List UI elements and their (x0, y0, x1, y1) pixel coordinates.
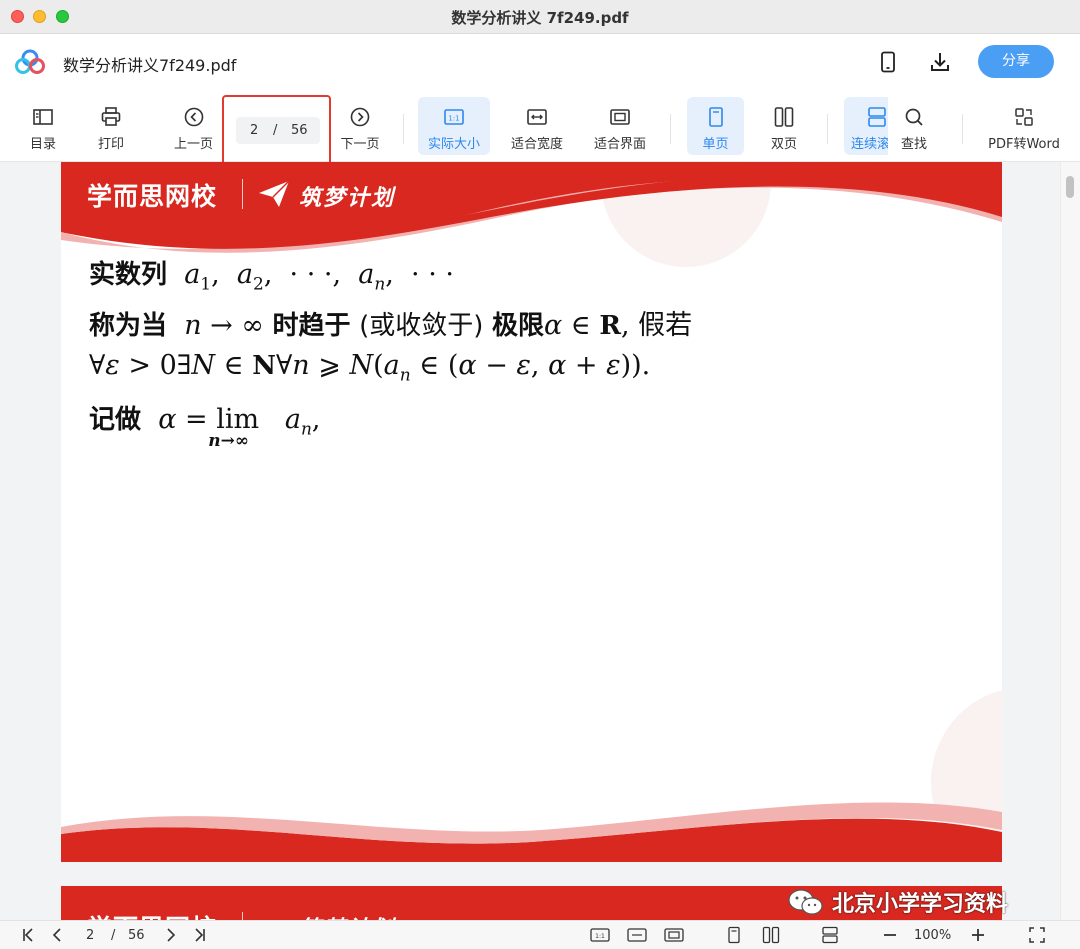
math-line-4: 记做 α = lim n→∞ an, (89, 404, 321, 451)
toolbar: 目录 打印 上一页 2 / 56 下一页 1:1 实际大小 适合宽度 适合界面 … (0, 92, 1080, 172)
line2-text-d: 极限 (491, 311, 544, 341)
line4-text: 记做 (89, 405, 142, 435)
math-line-1: 实数列 a1, a2, · · ·, an, · · · (89, 259, 454, 295)
scrollbar-track[interactable] (1060, 162, 1080, 920)
actual-size-button[interactable]: 1:1 实际大小 (418, 97, 490, 155)
actual-size-icon: 1:1 (444, 109, 464, 125)
continuous-scroll-label: 连续滚 (851, 137, 888, 152)
fit-page-small-icon[interactable] (664, 926, 684, 944)
toolbar-divider (403, 114, 404, 144)
svg-text:1:1: 1:1 (595, 933, 605, 940)
bottom-current-page[interactable]: 2 (86, 928, 94, 943)
download-icon[interactable] (928, 50, 952, 74)
app-header: 数学分析讲义7f249.pdf 分享 (0, 34, 1080, 92)
zoom-in-icon[interactable] (969, 926, 987, 944)
single-page-button[interactable]: 单页 (687, 97, 744, 155)
banner-brand: 学而思网校 (87, 182, 218, 211)
find-button[interactable]: 查找 (890, 97, 938, 155)
chevron-right-icon[interactable] (162, 926, 180, 944)
next-page-label: 下一页 (340, 137, 380, 152)
print-label: 打印 (97, 137, 124, 152)
next-page-button[interactable]: 下一页 (334, 97, 386, 155)
toolbar-divider (962, 114, 963, 144)
prev-page-label: 上一页 (173, 137, 213, 152)
chevron-right-circle-icon (350, 107, 370, 127)
actual-size-small-icon[interactable]: 1:1 (590, 926, 610, 944)
find-label: 查找 (900, 137, 927, 152)
title-bar: 数学分析讲义 7f249.pdf (0, 0, 1080, 34)
convert-icon (1015, 108, 1033, 126)
math-line-2: 称为当 n → ∞ 时趋于 (或收敛于) 极限α ∈ R, 假若 (89, 310, 693, 341)
paper-plane-icon (259, 180, 290, 207)
double-page-icon (774, 107, 794, 127)
bottom-bar: 2 / 56 1:1 100% (0, 920, 1080, 949)
double-page-label: 双页 (770, 137, 797, 152)
first-page-icon[interactable] (20, 926, 38, 944)
pdf-to-word-button[interactable]: PDF转Word (982, 97, 1066, 155)
red-highlight-box (222, 95, 331, 172)
toc-button[interactable]: 目录 (18, 97, 68, 155)
continuous-small-icon[interactable] (821, 926, 839, 944)
banner-brand-next: 学而思网校 (87, 909, 217, 920)
fit-width-icon (527, 109, 547, 125)
actual-size-label: 实际大小 (427, 137, 480, 152)
banner-slogan-next: 筑梦计划 (299, 911, 395, 920)
svg-text:1:1: 1:1 (448, 115, 459, 123)
continuous-scroll-button[interactable]: 连续滚 (844, 97, 888, 155)
print-button[interactable]: 打印 (86, 97, 136, 155)
single-page-small-icon[interactable] (725, 926, 743, 944)
fit-page-button[interactable]: 适合界面 (586, 97, 654, 155)
document-viewer[interactable]: 学而思网校 筑梦计划 实数列 a1, a2, · · ·, an, · · · … (0, 162, 1080, 920)
banner-divider (242, 179, 243, 209)
phone-icon[interactable] (876, 50, 900, 74)
pdf-viewer-window: 数学分析讲义 7f249.pdf 数学分析讲义7f249.pdf 分享 目录 打… (0, 0, 1080, 949)
fit-width-label: 适合宽度 (510, 137, 563, 152)
double-page-button[interactable]: 双页 (757, 97, 811, 155)
fit-width-button[interactable]: 适合宽度 (503, 97, 571, 155)
sidebar-toc-icon (33, 109, 53, 125)
banner-divider-next (242, 912, 243, 920)
lim-subscript: n→∞ (208, 431, 249, 451)
line2-text-b: 时趋于 (272, 311, 351, 341)
single-page-label: 单页 (702, 137, 729, 152)
single-page-icon (708, 107, 723, 127)
toolbar-divider (670, 114, 671, 144)
line2-text-c: (或收敛于) (359, 311, 484, 341)
toolbar-divider (827, 114, 828, 144)
prev-page-button[interactable]: 上一页 (166, 97, 221, 155)
last-page-icon[interactable] (190, 926, 208, 944)
chevron-left-circle-icon (184, 107, 203, 127)
search-icon (905, 108, 923, 126)
bottom-total-pages: 56 (128, 928, 145, 943)
fullscreen-icon[interactable] (1028, 926, 1046, 944)
wechat-icon (788, 889, 823, 915)
watermark-text: 北京小学学习资料 (832, 892, 1009, 917)
bottom-page-separator: / (111, 928, 116, 943)
zoom-level[interactable]: 100% (914, 928, 951, 943)
cloud-logo-icon (15, 49, 45, 74)
continuous-scroll-icon (868, 107, 886, 127)
printer-icon (101, 107, 121, 126)
share-button[interactable]: 分享 (978, 45, 1054, 78)
math-line-3: ∀ε > 0∃N ∈ N∀n ⩾ N(an ∈ (α − ε, α + ε)). (89, 350, 651, 386)
line2-text-e: , 假若 (620, 310, 693, 341)
fit-width-small-icon[interactable] (627, 926, 647, 944)
banner-slogan: 筑梦计划 (299, 186, 396, 211)
fit-page-label: 适合界面 (593, 137, 646, 152)
pdf-page: 学而思网校 筑梦计划 实数列 a1, a2, · · ·, an, · · · … (61, 162, 1002, 862)
chevron-left-icon[interactable] (48, 926, 66, 944)
zoom-out-icon[interactable] (881, 926, 899, 944)
fit-page-icon (610, 109, 630, 125)
double-page-small-icon[interactable] (762, 926, 780, 944)
window-title: 数学分析讲义 7f249.pdf (451, 9, 629, 27)
pdf-to-word-label: PDF转Word (988, 137, 1060, 152)
scrollbar-thumb[interactable] (1066, 176, 1074, 198)
line2-text-a: 称为当 (89, 311, 168, 341)
toc-label: 目录 (29, 137, 56, 152)
document-name: 数学分析讲义7f249.pdf (63, 56, 237, 75)
line1-text: 实数列 (89, 260, 168, 290)
